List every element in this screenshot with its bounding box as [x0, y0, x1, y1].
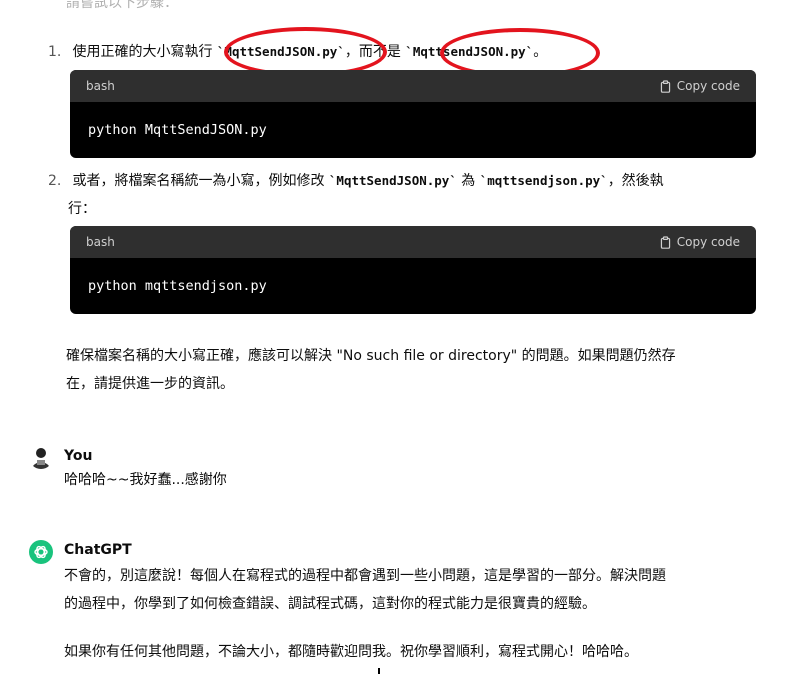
user-avatar	[29, 445, 53, 469]
step-text: 為	[456, 173, 480, 189]
code-content: python MqttSendJSON.py	[88, 122, 267, 138]
list-item-step-2: 2. 或者，將檔案名稱統一為小寫，例如修改 `MqttSendJSON.py` …	[48, 167, 748, 223]
inline-code: `MqttSendJSON.py`	[328, 173, 457, 188]
assistant-author-name: ChatGPT	[64, 542, 132, 558]
step-text: 。	[533, 44, 548, 60]
list-item-step-1: 1. 使用正確的大小寫執行 `MqttSendJSON.py`，而不是 `Mqt…	[48, 38, 547, 66]
user-message-text: 哈哈哈~~我好蠢...感謝你	[64, 472, 227, 488]
step-text: ，而不是	[344, 44, 406, 60]
paragraph-line: 確保檔案名稱的大小寫正確，應該可以解決 "No such file or dir…	[66, 348, 676, 364]
copy-code-label: Copy code	[676, 235, 740, 249]
code-block-header: bash Copy code	[70, 70, 756, 102]
chatgpt-avatar	[29, 540, 53, 564]
user-avatar-icon	[29, 445, 53, 469]
faded-previous-text: 請嘗試以下步驟：	[66, 0, 178, 11]
code-content: python mqttsendjson.py	[88, 278, 267, 294]
step-text-continued: 行：	[68, 201, 96, 217]
step-text: ，然後執	[607, 173, 664, 189]
user-author-name: You	[64, 448, 93, 464]
copy-code-button[interactable]: Copy code	[659, 235, 740, 249]
code-block: bash Copy code python mqttsendjson.py	[70, 226, 756, 314]
paragraph-line: 不會的，別這麼說！每個人在寫程式的過程中都會遇到一些小問題，這是學習的一部分。解…	[64, 568, 666, 584]
code-block-header: bash Copy code	[70, 226, 756, 258]
code-block: bash Copy code python MqttSendJSON.py	[70, 70, 756, 158]
inline-code: `mqttsendjson.py`	[479, 173, 608, 188]
inline-code: `MqttSendJSON.py`	[216, 44, 345, 59]
paragraph-line: 的過程中，你學到了如何檢查錯誤、調試程式碼，這對你的程式能力是很寶貴的經驗。	[64, 596, 596, 612]
paragraph-line: 在，請提供進一步的資訊。	[66, 376, 234, 392]
code-language-label: bash	[86, 235, 115, 249]
assistant-message-paragraph-2: 如果你有任何其他問題，不論大小，都隨時歡迎問我。祝你學習順利，寫程式開心！哈哈哈…	[64, 644, 638, 660]
openai-logo-icon	[34, 545, 48, 559]
assistant-message-paragraph-1: 不會的，別這麼說！每個人在寫程式的過程中都會遇到一些小問題，這是學習的一部分。解…	[64, 562, 764, 618]
closing-paragraph: 確保檔案名稱的大小寫正確，應該可以解決 "No such file or dir…	[66, 342, 746, 398]
step-number: 1.	[48, 44, 62, 60]
copy-code-label: Copy code	[676, 79, 740, 93]
clipboard-icon	[660, 79, 670, 93]
step-text: 使用正確的大小寫執行	[72, 44, 217, 60]
step-text: 或者，將檔案名稱統一為小寫，例如修改	[72, 173, 329, 189]
text-cursor	[378, 668, 380, 674]
step-number: 2.	[48, 173, 62, 189]
code-language-label: bash	[86, 79, 115, 93]
copy-code-button[interactable]: Copy code	[659, 79, 740, 93]
clipboard-icon	[660, 235, 670, 249]
inline-code: `MqttsendJSON.py`	[405, 44, 534, 59]
